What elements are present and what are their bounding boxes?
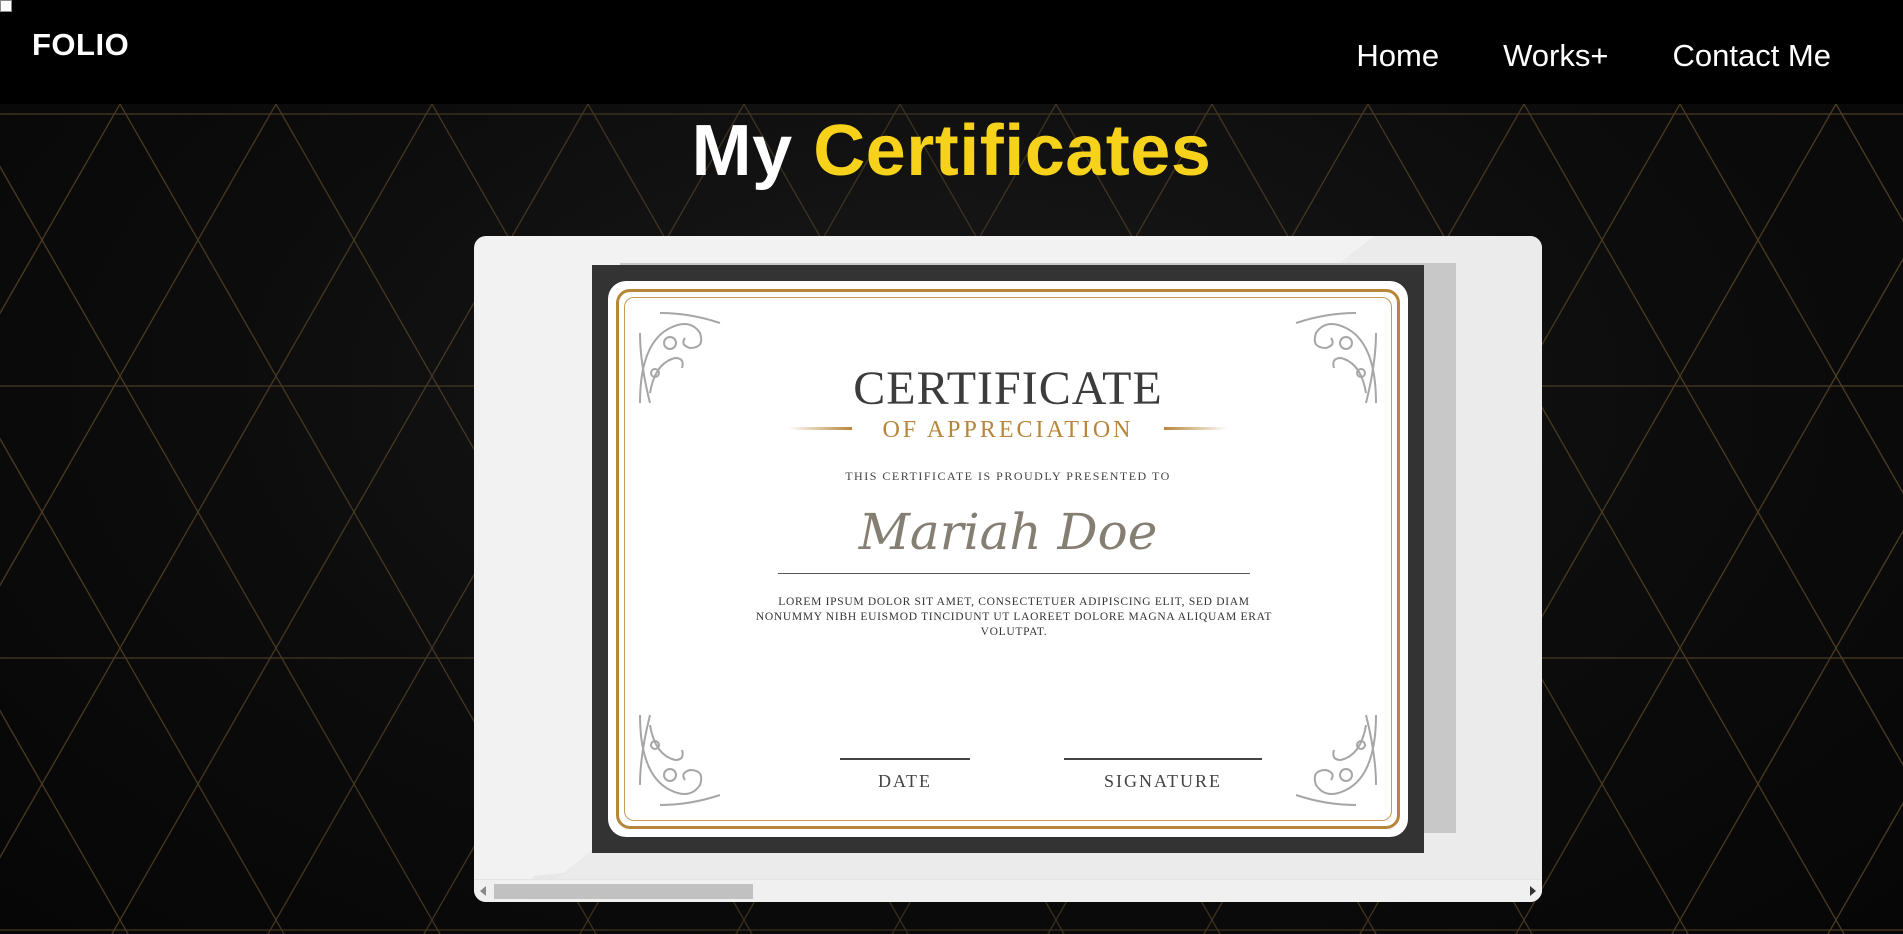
certificate-viewer[interactable]: CERTIFICATE OF APPRECIATION THIS CERTIFI… — [474, 236, 1542, 902]
recipient-name: Mariah Doe — [858, 503, 1158, 561]
checkbox[interactable] — [0, 0, 12, 12]
signature-line — [1064, 758, 1262, 760]
certificate-image: CERTIFICATE OF APPRECIATION THIS CERTIFI… — [608, 281, 1408, 837]
page-title: My Certificates — [0, 110, 1903, 192]
signature-label: SIGNATURE — [1103, 771, 1222, 791]
scroll-right-arrow-icon[interactable] — [1530, 886, 1536, 896]
certificate-presented-text: THIS CERTIFICATE IS PROUDLY PRESENTED TO — [845, 469, 1171, 483]
scroll-left-arrow-icon[interactable] — [480, 886, 486, 896]
main-nav: Home Works+ Contact Me — [1356, 38, 1831, 74]
corner-ornament-bottom-left — [639, 714, 721, 806]
certificate-title: CERTIFICATE — [853, 362, 1163, 415]
title-my: My — [691, 111, 793, 191]
nav-contact-link[interactable]: Contact Me — [1672, 38, 1831, 74]
nav-works-link[interactable]: Works+ — [1503, 38, 1608, 74]
certificate-body-text: LOREM IPSUM DOLOR SIT AMET, CONSECTETUER… — [755, 596, 1273, 638]
nav-home-link[interactable]: Home — [1356, 38, 1439, 74]
date-line — [840, 758, 970, 760]
top-navbar: FOLIO Home Works+ Contact Me — [0, 0, 1903, 104]
certificate-subtitle: OF APPRECIATION — [882, 417, 1134, 443]
title-certificates: Certificates — [813, 111, 1212, 191]
date-label: DATE — [878, 771, 932, 791]
horizontal-scrollbar[interactable] — [474, 879, 1542, 902]
corner-ornament-bottom-right — [1295, 714, 1377, 806]
scrollbar-thumb[interactable] — [494, 884, 753, 899]
name-underline — [778, 573, 1250, 574]
site-logo[interactable]: FOLIO — [32, 27, 129, 63]
